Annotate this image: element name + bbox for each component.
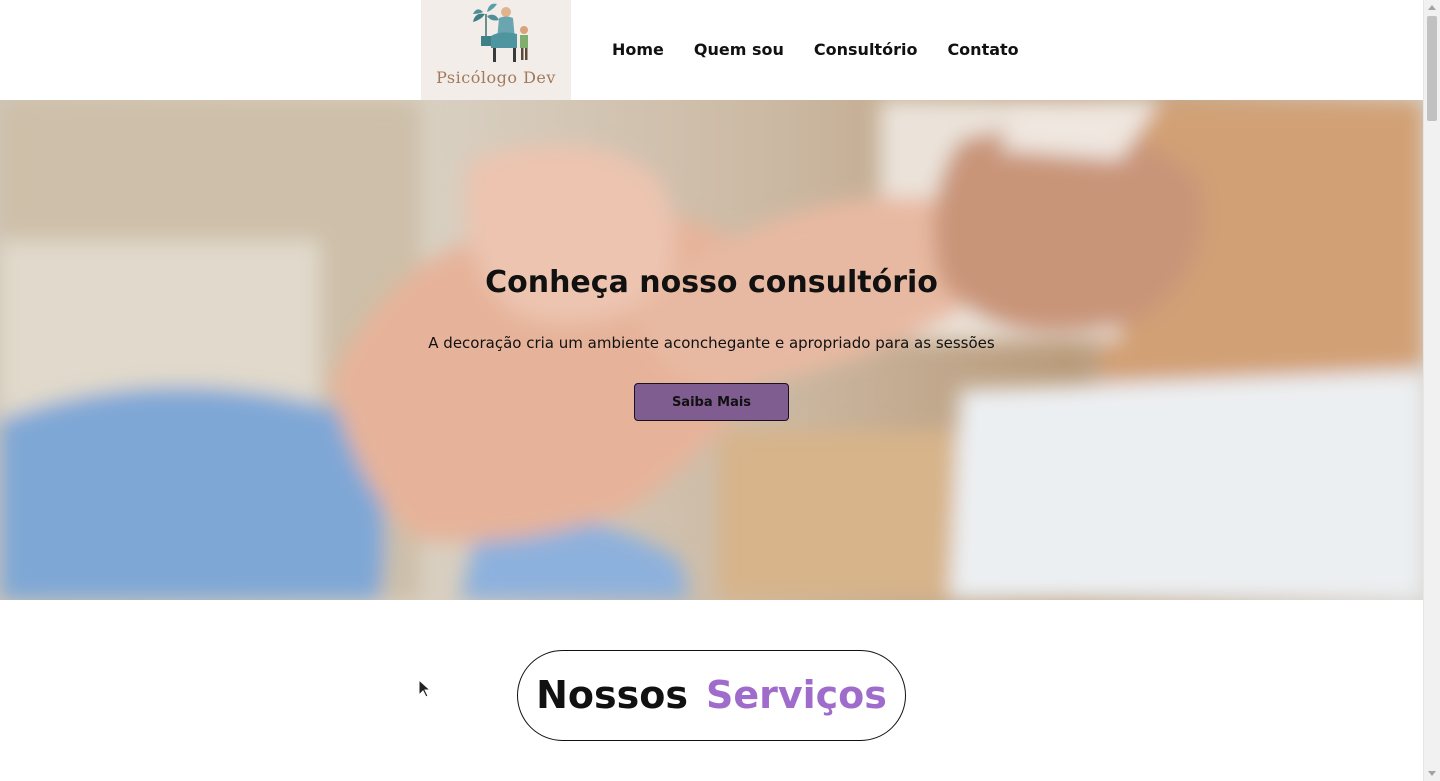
nav-quem-sou[interactable]: Quem sou	[694, 40, 784, 60]
site-header: Psicólogo Dev Home Quem sou Consultório …	[0, 0, 1423, 100]
services-heading-word2: Serviços	[705, 673, 887, 717]
hero-banner: Conheça nosso consultório A decoração cr…	[0, 100, 1423, 600]
mouse-cursor-icon	[418, 679, 432, 698]
scrollbar-thumb[interactable]	[1427, 16, 1437, 121]
saiba-mais-button[interactable]: Saiba Mais	[634, 383, 789, 421]
logo-illustration-icon	[473, 3, 528, 62]
logo[interactable]: Psicólogo Dev	[421, 0, 571, 100]
logo-text: Psicólogo Dev	[436, 68, 556, 87]
vertical-scrollbar[interactable]	[1423, 0, 1440, 781]
nav-home[interactable]: Home	[612, 40, 664, 60]
services-heading: Nossos Serviços	[517, 650, 906, 741]
nav-consultorio[interactable]: Consultório	[814, 40, 918, 60]
services-heading-word1: Nossos	[536, 673, 688, 717]
scroll-up-arrow-icon[interactable]	[1428, 5, 1436, 10]
main-nav: Home Quem sou Consultório Contato	[612, 40, 1049, 60]
nav-contato[interactable]: Contato	[947, 40, 1018, 60]
hero-title: Conheça nosso consultório	[485, 265, 938, 300]
scroll-down-arrow-icon[interactable]	[1428, 771, 1436, 776]
page: Psicólogo Dev Home Quem sou Consultório …	[0, 0, 1440, 781]
hero-subtitle: A decoração cria um ambiente aconchegant…	[428, 334, 995, 352]
